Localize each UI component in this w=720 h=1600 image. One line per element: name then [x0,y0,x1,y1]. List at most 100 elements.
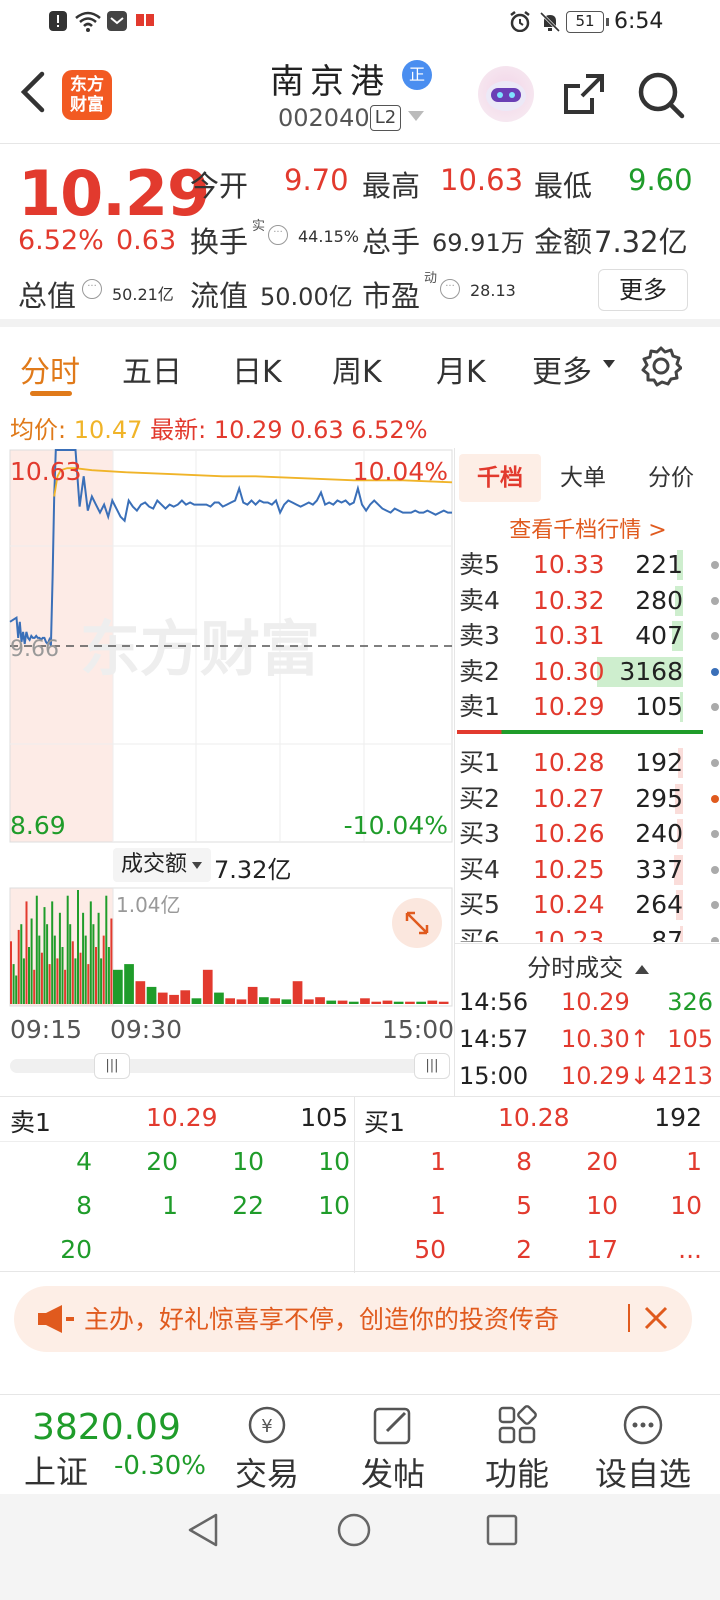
volume-label: 总手 [362,225,421,259]
svg-text:¥: ¥ [261,1416,272,1437]
tab-five-day[interactable]: 五日 [122,347,182,391]
time-range-slider[interactable] [10,1059,450,1073]
slider-handle-right[interactable]: ||| [414,1053,450,1079]
bottom-toolbar: 3820.09 上证 -0.30% ¥ 交易 发帖 功能 设自选 [0,1394,720,1494]
ai-assistant-robot-icon[interactable] [478,66,534,122]
ask-queue-order: 1 [162,1191,178,1220]
volume-bar [169,994,179,1004]
level-volume: 192 [635,748,683,777]
nav-back-icon[interactable] [186,1512,220,1548]
tick-trade-row: 15:00 10.29↓ 4213 [459,1058,719,1094]
chevron-down-icon[interactable] [192,862,202,869]
index-name[interactable]: 上证 [24,1447,88,1493]
bid-row-2[interactable]: 买2 10.27 295 [459,782,720,816]
level-volume: 240 [635,819,683,848]
functions-label: 功能 [484,1455,549,1493]
functions-button[interactable]: 功能 [462,1395,572,1495]
amount-label: 金额 [534,225,593,259]
nav-home-icon[interactable] [336,1512,372,1548]
tab-weekly-k[interactable]: 周K [332,347,382,391]
back-button[interactable] [14,66,54,118]
volume-bar [22,958,25,1004]
volume-bar [82,912,85,1004]
level-dot [711,936,719,942]
volume-bar [105,895,108,1004]
level-label: 买2 [459,783,500,813]
avg-price-value: 10.47 [73,416,143,444]
chevron-down-icon[interactable] [603,360,615,368]
tab-monthly-k[interactable]: 月K [436,347,486,391]
level-price: 10.28 [533,748,605,777]
level-label: 买1 [459,748,500,777]
more-dots-icon [623,1405,663,1445]
bid-row-6[interactable]: 买6 10.23 87 [459,924,720,942]
turnover-sup: 实 [252,219,266,234]
volume-bar [259,997,269,1004]
intraday-chart[interactable]: 东方财富 10.63 10.04% 9.66 8.69 -10.04% 1.04… [0,448,454,1008]
nav-recents-icon[interactable] [486,1514,518,1546]
bid-list: 买1 10.28 192 买2 10.27 295 买3 10.26 240 买4 10.25 337… [455,448,720,942]
quote-panel: 10.29 6.52% 0.63 今开 9.70 最高 10.63 最低 9.6… [0,145,720,327]
promo-banner[interactable]: 主办，好礼惊喜享不停，创造你的投资传奇 [14,1286,692,1352]
tab-daily-k[interactable]: 日K [232,347,282,391]
volume-bar [97,912,100,1004]
level-volume: 337 [635,854,683,884]
bid-row-4[interactable]: 买4 10.25 337 [459,853,720,887]
level1-queue: 卖1 10.29 105 买1 10.28 192 4 20 10 10 8 1 22 10 2… [0,1096,720,1273]
share-icon[interactable] [560,70,608,118]
latest-label: 最新: [150,416,207,444]
info-icon[interactable]: ··· [440,279,460,299]
level2-badge[interactable]: L2 [370,105,401,131]
level-label: 买3 [459,819,500,848]
tab-intraday[interactable]: 分时 [20,347,80,391]
info-icon[interactable]: ··· [268,225,288,245]
edit-icon [373,1407,411,1445]
trade-time: 14:56 [459,988,529,1016]
search-icon[interactable] [636,70,686,120]
bid1-volume: 192 [654,1103,702,1132]
megaphone-icon [38,1305,74,1333]
bid-row-5[interactable]: 买5 10.24 264 [459,888,720,922]
y-mid-label: 9.66 [10,637,59,662]
post-button[interactable]: 发帖 [338,1395,448,1495]
ask-queue-order: 22 [232,1191,264,1220]
level-price: 10.27 [533,783,605,813]
tick-trades-header[interactable]: 分时成交 [455,943,720,983]
app-logo[interactable]: 东方财富 [62,70,112,120]
low-label: 最低 [534,169,593,203]
expand-icon[interactable] [392,898,442,948]
bid-queue-order: 1 [430,1147,446,1176]
trade-button[interactable]: ¥ 交易 [212,1395,322,1495]
volume-bar [28,947,30,1004]
ask-queue-order: 20 [146,1147,178,1176]
chevron-down-icon[interactable] [408,111,424,121]
stock-status-badge[interactable]: 正 [402,60,432,90]
info-icon[interactable]: ··· [82,279,102,299]
chevron-up-icon[interactable] [634,964,649,974]
volume-bar [43,907,46,1004]
volume-bar [427,1000,438,1004]
index-value[interactable]: 3820.09 [32,1407,181,1448]
volume-bar [77,890,79,1004]
volume-selector-label: 成交额 [121,852,188,877]
volume-bar [100,958,103,1004]
volume-bar [247,986,258,1004]
index-change[interactable]: -0.30% [114,1451,206,1481]
volume-bar [10,941,12,1004]
change-percent: 6.52% [18,225,104,256]
pe-value: 28.13 [470,281,516,300]
add-watchlist-button[interactable]: 设自选 [588,1395,698,1495]
volume-bar [191,998,202,1004]
close-icon[interactable] [638,1300,674,1336]
volume-bar [360,998,370,1004]
gear-icon[interactable] [640,345,682,387]
more-button[interactable]: 更多 [598,269,688,311]
tab-more[interactable]: 更多 [532,347,592,391]
slider-handle-left[interactable]: ||| [94,1053,130,1079]
volume-bar [35,895,38,1004]
volume-bar [180,990,191,1004]
stock-code[interactable]: 002040 [278,104,370,132]
active-tab-indicator [30,391,72,396]
bid-row-3[interactable]: 买3 10.26 240 [459,817,720,851]
bid-row-1[interactable]: 买1 10.28 192 [459,746,720,780]
